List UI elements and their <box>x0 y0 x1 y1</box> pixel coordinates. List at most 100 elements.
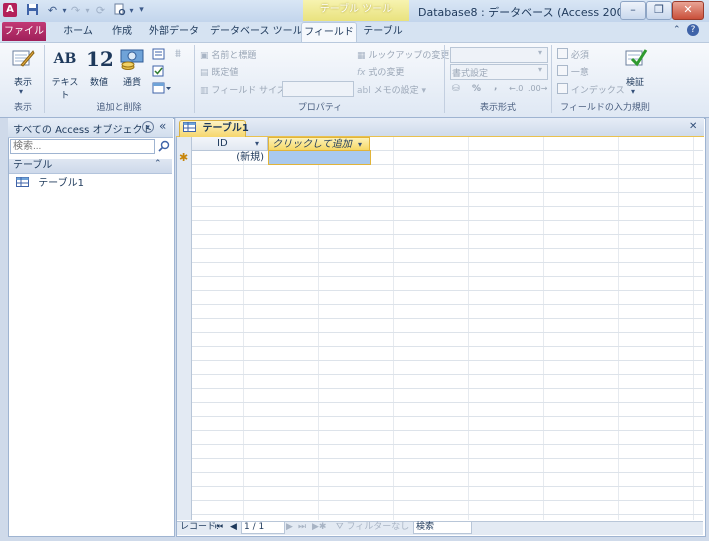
nav-menu-icon[interactable]: ▾ <box>142 121 154 133</box>
table-icon <box>16 177 29 187</box>
yes-no-field-icon[interactable] <box>152 65 165 80</box>
data-type-select[interactable] <box>450 47 548 63</box>
field-size-icon: ▥ <box>200 86 212 96</box>
table-icon <box>183 122 196 132</box>
current-record-input[interactable]: 1 / 1 <box>241 521 285 534</box>
search-icon[interactable] <box>158 140 170 155</box>
text-button[interactable]: テキスト <box>48 75 82 101</box>
increase-decimals-icon[interactable]: ←.0 <box>509 84 523 93</box>
new-record-button[interactable]: ▶✱ <box>312 521 326 534</box>
app-icon[interactable]: A <box>3 3 17 17</box>
collapse-group-icon[interactable]: ⌃ <box>154 159 162 169</box>
last-record-button[interactable]: ⏭ <box>298 521 306 534</box>
more-fields-dropdown-icon[interactable] <box>152 82 172 97</box>
lookup-change-button[interactable]: ▦ ルックアップの変更 <box>357 48 449 61</box>
tab-external-data[interactable]: 外部データ <box>146 22 202 41</box>
nav-item-label: テーブル1 <box>38 178 84 189</box>
filter-icon: ⛛ <box>336 522 344 532</box>
nav-search-input[interactable] <box>10 139 155 154</box>
document-tab-table1[interactable]: テーブル1 <box>179 120 249 137</box>
datasheet-grid[interactable] <box>177 137 703 520</box>
context-tools-title: テーブル ツール <box>303 0 409 21</box>
document-tab-label: テーブル1 <box>202 123 249 134</box>
close-button[interactable]: ✕ <box>672 1 704 20</box>
currency-button[interactable]: 通貨 <box>116 75 148 88</box>
nav-pane-title[interactable]: すべての Access オブジェクト <box>13 121 153 136</box>
comma-button[interactable]: , <box>494 82 497 92</box>
customize-qat-icon[interactable]: ▾ <box>134 3 149 18</box>
text-field-icon[interactable]: AB <box>52 51 78 67</box>
name-caption-button[interactable]: ▣ 名前と標題 <box>200 48 256 61</box>
new-record-marker-icon: ✱ <box>179 151 189 164</box>
first-record-button[interactable]: ⏮ <box>215 521 223 534</box>
shutter-bar-icon[interactable]: « <box>159 119 166 133</box>
indexed-checkbox[interactable]: インデックス <box>557 83 625 96</box>
number-button[interactable]: 数値 <box>84 75 114 88</box>
tab-database-tools[interactable]: データベース ツール <box>210 22 303 41</box>
name-caption-icon: ▣ <box>200 51 212 61</box>
column-header-id[interactable]: ID ▾ <box>192 137 268 151</box>
percent-button[interactable]: % <box>472 84 481 94</box>
unique-checkbox[interactable]: 一意 <box>557 65 589 78</box>
group-separator <box>44 45 45 113</box>
save-icon[interactable] <box>25 3 40 18</box>
filter-status-label: フィルターなし <box>346 522 410 532</box>
required-checkbox[interactable]: 必須 <box>557 48 589 61</box>
view-icon[interactable] <box>11 47 35 72</box>
delete-field-icon[interactable]: ⩩ <box>175 47 181 61</box>
more-fields-icon[interactable] <box>152 48 165 63</box>
column-header-label: ID <box>217 138 228 149</box>
number-field-icon[interactable]: 12 <box>86 47 114 71</box>
group-label-add-delete: 追加と削除 <box>96 103 142 113</box>
decrease-decimals-icon[interactable]: .00→ <box>528 84 547 93</box>
dropdown-arrow-icon[interactable]: ▾ <box>631 87 635 96</box>
dropdown-arrow-icon: ▾ <box>418 86 426 96</box>
default-value-button[interactable]: ▤ 既定値 <box>200 65 238 78</box>
dropdown-arrow-icon[interactable]: ▾ <box>538 48 542 57</box>
function-icon: fx <box>357 68 369 78</box>
help-icon[interactable]: ? <box>687 24 699 36</box>
group-label-formatting: 表示形式 <box>479 103 516 113</box>
expression-change-button[interactable]: fx 式の変更 <box>357 65 404 78</box>
group-separator <box>194 45 195 113</box>
field-size-label: ▥ フィールド サイズ <box>200 86 286 96</box>
minimize-button[interactable]: – <box>620 1 646 20</box>
close-document-icon[interactable]: ✕ <box>689 121 697 132</box>
currency-icon[interactable] <box>120 47 144 74</box>
format-settings-value: 書式設定 <box>452 69 489 79</box>
nav-item-table1[interactable]: テーブル1 <box>16 177 84 191</box>
document-tab-bar <box>176 118 704 137</box>
group-label-properties: プロパティ <box>297 103 343 113</box>
currency-format-icon[interactable]: ⛁ <box>452 84 460 94</box>
minimize-ribbon-icon[interactable]: ⌃ <box>673 25 681 35</box>
default-value-icon: ▤ <box>200 68 212 78</box>
tab-field[interactable]: フィールド <box>301 22 357 42</box>
group-separator <box>444 45 445 113</box>
tab-create[interactable]: 作成 <box>104 22 140 41</box>
window-title: Database8 : データベース (Access 2007 - ... <box>418 6 653 19</box>
field-size-input[interactable] <box>282 81 354 97</box>
memo-settings-button[interactable]: abl メモの設定 ▾ <box>357 83 426 96</box>
record-label: レコード: <box>180 522 220 532</box>
filter-status[interactable]: ⛛ フィルターなし <box>336 521 409 534</box>
column-header-label: クリックして追加 <box>272 139 352 150</box>
tab-home[interactable]: ホーム <box>58 22 98 41</box>
group-label-validation: フィールドの入力規則 <box>560 103 650 113</box>
previous-record-button[interactable]: ◀ <box>230 521 237 534</box>
nav-group-label: テーブル <box>13 160 53 171</box>
refresh-icon[interactable]: ⟳ <box>93 3 108 18</box>
tab-table[interactable]: テーブル <box>360 22 406 41</box>
dropdown-arrow-icon[interactable]: ▾ <box>19 87 23 96</box>
dropdown-arrow-icon[interactable]: ▾ <box>538 65 542 74</box>
validation-icon[interactable] <box>624 47 648 72</box>
lookup-icon: ▦ <box>357 51 369 61</box>
group-label-view: 表示 <box>13 103 32 113</box>
tab-file[interactable]: ファイル <box>2 22 46 41</box>
new-row-add-cell[interactable] <box>268 150 371 165</box>
record-selector-column[interactable] <box>177 137 192 520</box>
sort-dropdown-icon[interactable]: ▾ <box>255 137 259 150</box>
new-row-id-cell[interactable]: (新規) <box>192 151 267 164</box>
next-record-button[interactable]: ▶ <box>286 521 293 534</box>
restore-button[interactable]: ❐ <box>646 1 672 20</box>
record-search-input[interactable]: 検索 <box>413 521 472 534</box>
